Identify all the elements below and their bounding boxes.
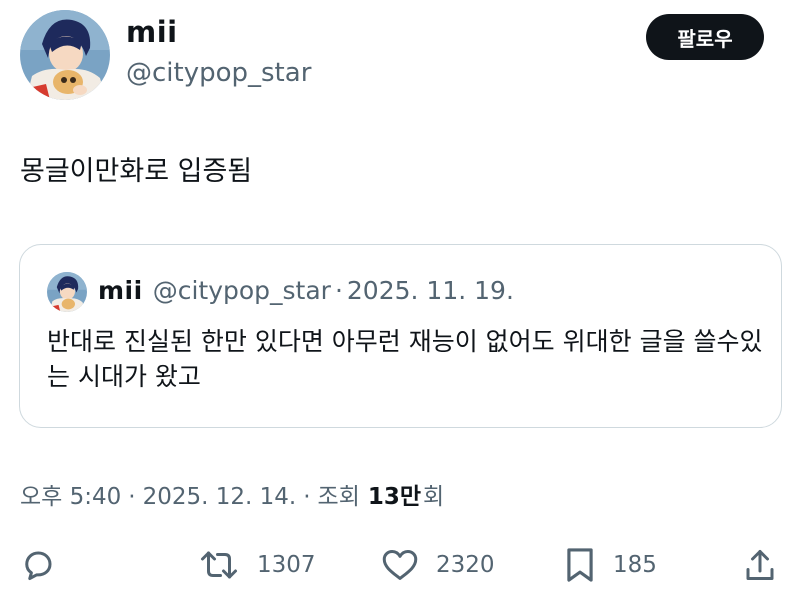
- quoted-separator: ·: [334, 276, 343, 305]
- retweet-button[interactable]: 1307: [197, 540, 316, 590]
- like-button[interactable]: 2320: [380, 540, 495, 590]
- tweet-meta: 오후 5:40 · 2025. 12. 14. · 조회 13만 회: [20, 477, 444, 511]
- retweet-icon: [197, 547, 241, 583]
- quoted-date: 2025. 11. 19.: [346, 276, 514, 305]
- display-name[interactable]: mii: [126, 18, 178, 47]
- follow-button[interactable]: 팔로우: [646, 14, 764, 60]
- views-count: 13만: [367, 484, 422, 510]
- quoted-avatar: [47, 272, 87, 312]
- quoted-tweet-card[interactable]: mii @citypop_star · 2025. 11. 19. 반대로 진실…: [19, 244, 782, 428]
- bookmark-count: 185: [613, 552, 657, 578]
- like-count: 2320: [436, 552, 495, 578]
- quoted-display-name: mii: [98, 276, 143, 305]
- tweet-text: 몽글이만화로 입증됨: [20, 156, 253, 187]
- retweet-count: 1307: [257, 552, 316, 578]
- meta-separator-2: ·: [303, 484, 311, 510]
- heart-icon: [380, 547, 420, 583]
- handle[interactable]: @citypop_star: [126, 58, 311, 89]
- avatar[interactable]: [20, 10, 110, 100]
- views-suffix: 회: [423, 484, 445, 510]
- share-icon: [742, 547, 778, 583]
- views-label: 조회: [317, 484, 360, 510]
- quoted-text: 반대로 진실된 한만 있다면 아무런 재능이 없어도 위대한 글을 쓸수있는 시…: [47, 327, 763, 391]
- action-bar: 1307 2320 185: [0, 540, 800, 590]
- reply-icon: [20, 547, 56, 583]
- bookmark-icon: [563, 546, 597, 584]
- bookmark-button[interactable]: 185: [563, 540, 657, 590]
- tweet-time[interactable]: 오후 5:40: [20, 477, 121, 511]
- quoted-header: mii @citypop_star · 2025. 11. 19.: [98, 276, 514, 306]
- quoted-handle: @citypop_star: [152, 276, 331, 305]
- tweet-date[interactable]: 2025. 12. 14.: [143, 484, 297, 510]
- meta-separator: ·: [128, 484, 136, 510]
- reply-button[interactable]: [20, 540, 56, 590]
- share-button[interactable]: [742, 540, 778, 590]
